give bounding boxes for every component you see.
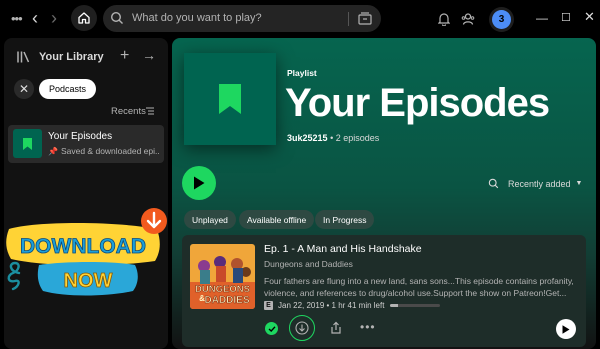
sort-label[interactable]: Recently added (508, 179, 571, 189)
search-in-playlist-icon[interactable] (488, 178, 499, 189)
friend-activity-icon[interactable] (461, 12, 475, 26)
library-icon (17, 51, 30, 63)
more-options-icon[interactable]: ••• (360, 320, 376, 334)
avatar-initial: 3 (492, 10, 511, 29)
library-title: Your Library (39, 51, 104, 63)
episode-row[interactable]: DUNGEONS & DADDIES Ep. 1 - A Man and His… (182, 235, 586, 347)
episode-meta: E Jan 22, 2019 • 1 hr 41 min left (264, 301, 441, 310)
expand-arrow-icon[interactable]: → (142, 47, 156, 63)
checkmark-icon (268, 325, 276, 332)
episode-progress-fill (390, 304, 398, 307)
search-input[interactable]: What do you want to play? (132, 12, 262, 24)
page-title: Your Episodes (285, 81, 550, 125)
bookmark-icon (219, 84, 241, 114)
episode-description: Four fathers are flung into a new land, … (264, 276, 574, 298)
pin-icon: 📌 (48, 146, 58, 156)
playlist-owner[interactable]: 3uk25215 (287, 133, 328, 143)
library-item-name: Your Episodes (48, 131, 113, 142)
download-icon (295, 321, 309, 335)
episode-title[interactable]: Ep. 1 - A Man and His Handshake (264, 243, 422, 255)
home-icon (78, 12, 90, 24)
library-header[interactable]: Your Library (16, 50, 104, 64)
library-item-subtitle: 📌 Saved & downloaded epi... (48, 146, 160, 156)
art-text-line2: DADDIES (204, 295, 249, 306)
recents-sort[interactable]: Recents (111, 106, 146, 117)
episode-date: Jan 22, 2019 (278, 301, 325, 310)
search-divider (348, 12, 349, 26)
your-episodes-thumbnail (13, 129, 42, 158)
explicit-badge: E (264, 301, 273, 310)
saved-check-icon[interactable] (265, 322, 278, 335)
search-icon (110, 11, 123, 24)
playlist-type-label: Playlist (287, 68, 317, 78)
library-item-your-episodes[interactable]: Your Episodes 📌 Saved & downloaded epi..… (8, 125, 164, 163)
filter-available-offline[interactable]: Available offline (239, 210, 315, 229)
menu-dots-icon[interactable]: ••• (11, 12, 23, 25)
play-button[interactable] (182, 166, 216, 200)
episode-count: • 2 episodes (330, 133, 380, 143)
caret-down-icon: ▼ (575, 180, 583, 187)
filter-chip-podcasts[interactable]: Podcasts (39, 79, 97, 99)
clear-filter-button[interactable]: ✕ (14, 79, 34, 99)
play-icon (194, 176, 205, 190)
library-item-subtitle-text: Saved & downloaded epi... (60, 146, 160, 156)
top-bar: ••• ‹ › What do you want to play? 3 — ☐ … (0, 0, 600, 38)
download-button[interactable] (289, 315, 315, 341)
bookmark-icon (23, 137, 32, 150)
search-bar[interactable]: What do you want to play? (103, 5, 381, 32)
episode-time-left: • 1 hr 41 min left (326, 301, 385, 310)
download-now-badge: DOWNLOAD NOW (6, 208, 167, 296)
avatar[interactable]: 3 (489, 7, 514, 32)
episode-art-graphic: DUNGEONS & DADDIES (190, 244, 255, 309)
episode-progress-bar (390, 304, 441, 307)
notifications-icon[interactable] (438, 12, 450, 26)
now-text: NOW (64, 270, 113, 292)
episode-show[interactable]: Dungeons and Daddies (264, 259, 353, 269)
download-text: DOWNLOAD (20, 235, 146, 258)
play-icon (562, 324, 570, 334)
minimize-icon[interactable]: — (536, 11, 548, 25)
maximize-icon[interactable]: ☐ (561, 11, 571, 24)
close-window-icon[interactable]: ✕ (584, 9, 595, 25)
browse-icon[interactable] (357, 11, 373, 26)
episode-play-button[interactable] (556, 319, 576, 339)
episode-artwork: DUNGEONS & DADDIES (190, 244, 255, 309)
forward-icon[interactable]: › (51, 9, 57, 27)
sort-control[interactable]: Recently added ▼ (488, 178, 582, 189)
main-panel: Playlist Your Episodes 3uk25215 • 2 epis… (172, 38, 596, 349)
share-icon[interactable] (329, 321, 343, 335)
playlist-meta: 3uk25215 • 2 episodes (287, 133, 379, 143)
list-view-icon[interactable] (145, 106, 155, 116)
home-button[interactable] (71, 5, 97, 31)
filter-in-progress[interactable]: In Progress (315, 210, 375, 229)
filter-unplayed[interactable]: Unplayed (184, 210, 236, 229)
back-icon[interactable]: ‹ (32, 9, 38, 27)
playlist-cover (184, 53, 276, 145)
create-playlist-icon[interactable]: + (120, 47, 129, 65)
